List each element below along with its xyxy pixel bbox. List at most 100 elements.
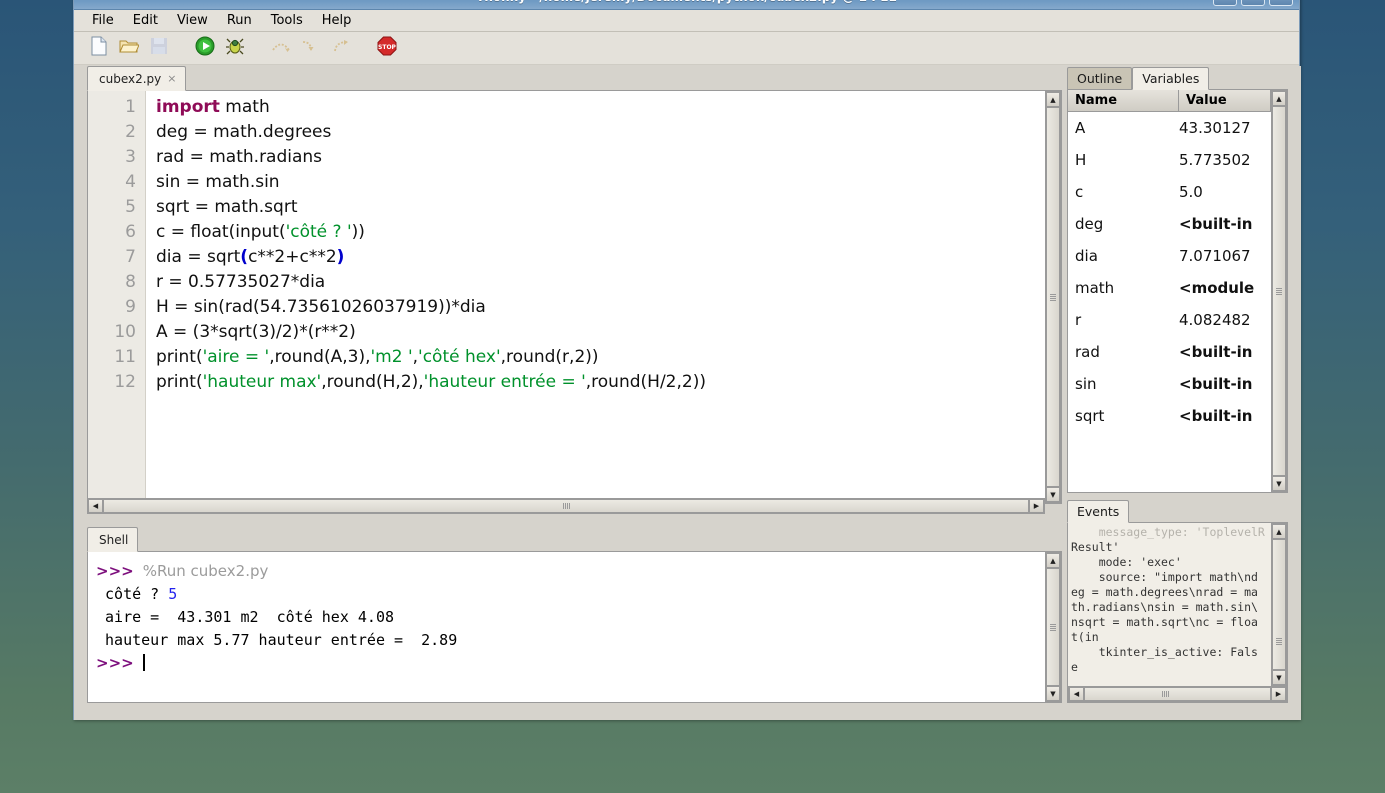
- tab-outline[interactable]: Outline: [1067, 67, 1133, 89]
- scroll-up-icon[interactable]: ▲: [1272, 91, 1286, 106]
- table-row[interactable]: rad <built-in: [1068, 336, 1271, 368]
- scroll-up-icon[interactable]: ▲: [1272, 524, 1286, 539]
- scroll-down-icon[interactable]: ▼: [1046, 686, 1060, 701]
- shell-vscrollbar[interactable]: ▲ ▼: [1045, 552, 1061, 702]
- menu-tools[interactable]: Tools: [263, 11, 311, 30]
- svg-text:STOP: STOP: [378, 44, 397, 51]
- events-hscrollbar[interactable]: ◀ ▶: [1068, 686, 1287, 702]
- variables-body[interactable]: Name Value A 43.30127 H 5.773502 c 5.0 deg <bui…: [1067, 90, 1288, 493]
- menu-run[interactable]: Run: [219, 11, 260, 30]
- window-title: Thonny - /home/jeremy/Documents/python/c…: [74, 0, 1299, 4]
- variables-panel: Outline Variables Name Value A 43.30127 H 5…: [1067, 66, 1288, 494]
- scroll-up-icon[interactable]: ▲: [1046, 553, 1060, 568]
- editor-vscroll-thumb[interactable]: [1046, 107, 1060, 487]
- variables-vscroll-thumb[interactable]: [1272, 106, 1286, 476]
- window-titlebar: Thonny - /home/jeremy/Documents/python/c…: [74, 0, 1299, 10]
- minimize-button[interactable]: [1213, 0, 1237, 6]
- toolbar: STOP: [74, 32, 1299, 65]
- editor-hscroll-thumb[interactable]: [103, 499, 1029, 513]
- editor-body[interactable]: 1 2 3 4 5 6 7 8 9 10 11 12 import math de…: [87, 91, 1062, 504]
- shell-vscroll-track[interactable]: [1046, 568, 1060, 686]
- shell-vscroll-thumb[interactable]: [1046, 568, 1060, 686]
- code-line: r = 0.57735027*dia: [156, 272, 326, 292]
- maximize-button[interactable]: [1241, 0, 1265, 6]
- table-row[interactable]: math <module: [1068, 272, 1271, 304]
- scroll-right-icon[interactable]: ▶: [1029, 499, 1044, 513]
- events-hscroll-thumb[interactable]: [1084, 687, 1271, 701]
- scroll-left-icon[interactable]: ◀: [88, 499, 103, 513]
- tab-events[interactable]: Events: [1067, 500, 1130, 523]
- step-over-button[interactable]: [268, 35, 294, 61]
- scroll-down-icon[interactable]: ▼: [1272, 476, 1286, 491]
- menu-view[interactable]: View: [169, 11, 216, 30]
- new-file-button[interactable]: [86, 35, 112, 61]
- variables-tabstrip: Outline Variables: [1067, 66, 1288, 90]
- menu-help[interactable]: Help: [314, 11, 360, 30]
- run-button[interactable]: [192, 35, 218, 61]
- variables-vscrollbar[interactable]: ▲ ▼: [1271, 90, 1287, 492]
- editor-hscroll-track[interactable]: [103, 499, 1029, 513]
- events-vscroll-thumb[interactable]: [1272, 539, 1286, 670]
- stop-button[interactable]: STOP: [374, 35, 400, 61]
- events-hscroll-track[interactable]: [1084, 687, 1271, 701]
- shell-tab[interactable]: Shell: [87, 527, 139, 552]
- table-row[interactable]: dia 7.071067: [1068, 240, 1271, 272]
- shell-panel: Shell >>> %Run cubex2.py côté ? 5 aire =…: [87, 527, 1062, 703]
- editor-hscrollbar-container: ◀ ▶: [87, 498, 1045, 516]
- close-icon[interactable]: ×: [167, 73, 176, 84]
- scroll-left-icon[interactable]: ◀: [1069, 687, 1084, 701]
- variables-vscroll-track[interactable]: [1272, 106, 1286, 476]
- menu-edit[interactable]: Edit: [125, 11, 166, 30]
- table-row[interactable]: r 4.082482: [1068, 304, 1271, 336]
- table-row[interactable]: sin <built-in: [1068, 368, 1271, 400]
- menu-file[interactable]: File: [84, 11, 122, 30]
- variable-name: math: [1075, 279, 1115, 297]
- shell-body[interactable]: >>> %Run cubex2.py côté ? 5 aire = 43.30…: [87, 552, 1062, 703]
- editor-vscroll-track[interactable]: [1046, 107, 1060, 487]
- editor-tabstrip: cubex2.py ×: [87, 66, 1062, 91]
- table-row[interactable]: deg <built-in: [1068, 208, 1271, 240]
- code-area[interactable]: import math deg = math.degrees rad = math.…: [146, 91, 1045, 503]
- events-vscrollbar[interactable]: ▲ ▼: [1271, 523, 1287, 686]
- step-into-button[interactable]: [298, 35, 324, 61]
- variable-value: <module: [1179, 279, 1255, 297]
- step-out-button[interactable]: [328, 35, 354, 61]
- table-row[interactable]: sqrt <built-in: [1068, 400, 1271, 432]
- variable-value: 7.071067: [1179, 247, 1251, 265]
- save-file-button[interactable]: [146, 35, 172, 61]
- editor-tab-cubex2[interactable]: cubex2.py ×: [87, 66, 187, 91]
- table-row[interactable]: c 5.0: [1068, 176, 1271, 208]
- debug-icon: [225, 36, 245, 60]
- events-vscroll-track[interactable]: [1272, 539, 1286, 670]
- open-file-button[interactable]: [116, 35, 142, 61]
- table-row[interactable]: A 43.30127: [1068, 112, 1271, 144]
- window-controls: [1213, 0, 1293, 6]
- variable-value: 4.082482: [1179, 311, 1251, 329]
- shell-output[interactable]: >>> %Run cubex2.py côté ? 5 aire = 43.30…: [88, 552, 1045, 702]
- variable-name: dia: [1075, 247, 1098, 265]
- events-log[interactable]: message_type: 'ToplevelR Result' mode: '…: [1068, 523, 1271, 686]
- variable-value: <built-in: [1179, 407, 1253, 425]
- line-number: 12: [114, 372, 136, 392]
- scroll-down-icon[interactable]: ▼: [1272, 670, 1286, 685]
- code-line: A = (3*sqrt(3)/2)*(r**2): [156, 322, 356, 342]
- table-row[interactable]: H 5.773502: [1068, 144, 1271, 176]
- scroll-up-icon[interactable]: ▲: [1046, 92, 1060, 107]
- editor-hscrollbar[interactable]: ◀ ▶: [87, 498, 1045, 514]
- editor-vscrollbar[interactable]: ▲ ▼: [1045, 91, 1061, 503]
- debug-button[interactable]: [222, 35, 248, 61]
- column-header-name[interactable]: Name: [1068, 90, 1179, 112]
- variable-name: r: [1075, 311, 1082, 329]
- open-file-icon: [119, 37, 140, 59]
- scroll-down-icon[interactable]: ▼: [1046, 487, 1060, 502]
- scroll-right-icon[interactable]: ▶: [1271, 687, 1286, 701]
- events-body[interactable]: message_type: 'ToplevelR Result' mode: '…: [1067, 523, 1288, 703]
- code-line: import math: [156, 97, 270, 117]
- close-button[interactable]: [1269, 0, 1293, 6]
- scroll-grip-icon: [563, 503, 570, 509]
- code-line: sqrt = math.sqrt: [156, 197, 298, 217]
- tab-variables[interactable]: Variables: [1132, 67, 1210, 90]
- line-number: 2: [125, 122, 136, 142]
- column-header-value[interactable]: Value: [1179, 90, 1271, 112]
- events-tabstrip: Events: [1067, 499, 1288, 523]
